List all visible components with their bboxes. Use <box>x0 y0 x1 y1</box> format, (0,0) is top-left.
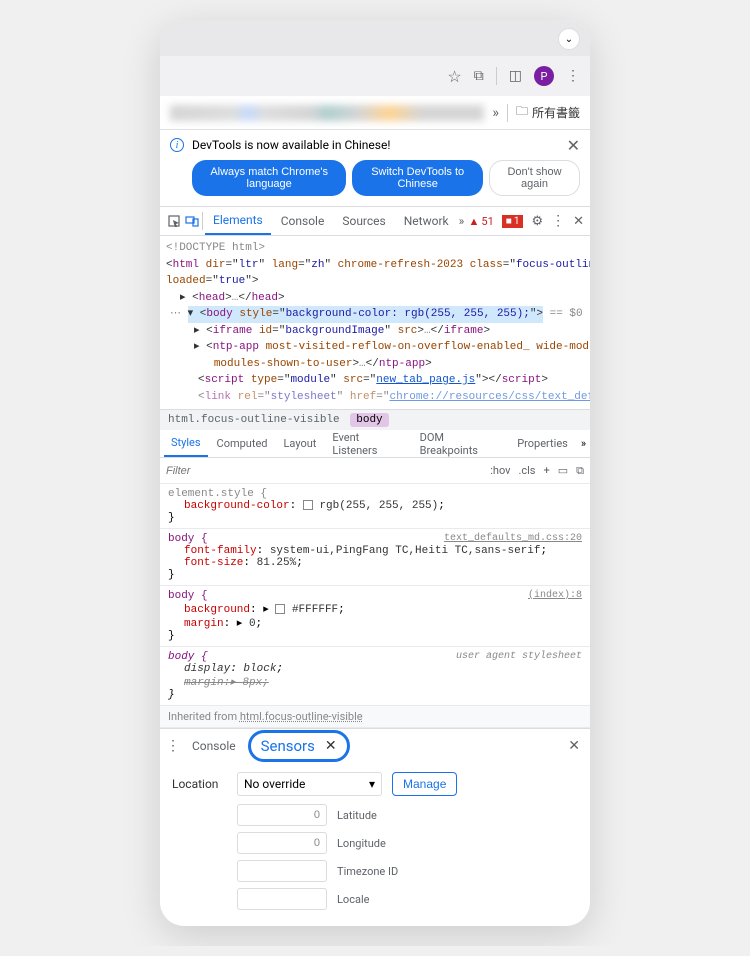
close-icon[interactable]: ✕ <box>573 214 584 229</box>
tab-console[interactable]: Console <box>273 207 333 235</box>
css-source-link[interactable]: text_defaults_md.css:20 <box>444 533 582 544</box>
more-tabs-icon[interactable]: » <box>459 214 465 228</box>
dom-body-tag[interactable]: ⋯ ▾ <body style="background-color: rgb(2… <box>170 306 584 323</box>
sensors-panel: Location No override ▾ Manage Latitude L… <box>160 762 590 926</box>
star-icon[interactable]: ☆ <box>447 67 461 86</box>
drawer-tab-sensors[interactable]: Sensors ✕ <box>248 730 350 762</box>
tab-event-listeners[interactable]: Event Listeners <box>325 430 410 457</box>
css-rule-element-style[interactable]: element.style { background-color: rgb(25… <box>160 484 590 529</box>
window-chrome-top: ⌄ <box>160 20 590 56</box>
bookmark-items-blurred <box>170 105 484 121</box>
tab-computed[interactable]: Computed <box>210 430 275 457</box>
css-rule-body-ua[interactable]: user agent stylesheet body { display: bl… <box>160 647 590 706</box>
errors-badge[interactable]: ■1 <box>502 215 524 228</box>
dom-script-tag[interactable]: <script type="module" src="new_tab_page.… <box>198 372 584 389</box>
kebab-menu-icon[interactable]: ⋮ <box>566 68 580 84</box>
device-toggle-icon[interactable] <box>184 213 200 229</box>
latitude-input[interactable] <box>237 804 327 826</box>
css-rule-body-2[interactable]: (index):8 body { background: ▸ #FFFFFF; … <box>160 586 590 647</box>
breadcrumb[interactable]: html.focus-outline-visible body <box>160 409 590 430</box>
folder-icon: 🗀 <box>516 102 528 123</box>
chevron-down-icon: ⌄ <box>565 34 573 45</box>
tab-dom-breakpoints[interactable]: DOM Breakpoints <box>413 430 509 457</box>
gear-icon[interactable]: ⚙ <box>531 214 543 229</box>
location-select[interactable]: No override ▾ <box>237 772 382 796</box>
manage-button[interactable]: Manage <box>392 772 457 796</box>
dom-ntp-tag[interactable]: ▸ <ntp-app most-visited-reflow-on-overfl… <box>194 339 584 372</box>
info-icon: i <box>170 138 184 152</box>
side-panel-icon[interactable]: ◫ <box>509 68 522 84</box>
divider <box>496 67 497 85</box>
dom-head-tag[interactable]: ▸ <head>…</head> <box>180 290 584 307</box>
tab-properties[interactable]: Properties <box>510 430 575 457</box>
divider <box>202 212 203 230</box>
locale-label: Locale <box>337 893 369 906</box>
timezone-label: Timezone ID <box>337 865 398 878</box>
location-label: Location <box>172 777 227 791</box>
browser-toolbar: ☆ ⧉ ◫ P ⋮ <box>160 56 590 96</box>
dom-tree[interactable]: <!DOCTYPE html> <html dir="ltr" lang="zh… <box>160 236 590 409</box>
dont-show-button[interactable]: Don't show again <box>489 160 580 196</box>
dom-html-tag[interactable]: <html dir="ltr" lang="zh" chrome-refresh… <box>166 257 584 290</box>
locale-input[interactable] <box>237 888 327 910</box>
sensors-label: Sensors <box>261 737 315 755</box>
drawer-tabs: ⋮ Console Sensors ✕ ✕ <box>160 728 590 762</box>
kebab-menu-icon[interactable]: ⋮ <box>551 213 565 229</box>
styles-tabs: Styles Computed Layout Event Listeners D… <box>160 430 590 458</box>
dom-doctype[interactable]: <!DOCTYPE html> <box>166 240 584 257</box>
drawer-menu-icon[interactable]: ⋮ <box>166 738 180 754</box>
latitude-label: Latitude <box>337 809 377 822</box>
bookmarks-bar: » 🗀 所有書籤 <box>160 96 590 130</box>
breadcrumb-body[interactable]: body <box>350 413 388 427</box>
location-select-value: No override <box>244 777 305 791</box>
device-mode-icon[interactable]: ⧉ <box>576 464 584 478</box>
extensions-icon[interactable]: ⧉ <box>474 68 484 84</box>
warnings-badge[interactable]: ▲51 <box>469 215 494 228</box>
drawer-tab-console[interactable]: Console <box>186 739 242 753</box>
language-banner: i DevTools is now available in Chinese! … <box>160 130 590 160</box>
collapse-button[interactable]: ⌄ <box>558 28 580 50</box>
longitude-label: Longitude <box>337 837 386 850</box>
inspect-icon[interactable] <box>166 213 182 229</box>
overflow-chevrons-icon[interactable]: » <box>492 105 499 121</box>
longitude-input[interactable] <box>237 832 327 854</box>
switch-language-button[interactable]: Switch DevTools to Chinese <box>352 160 483 196</box>
inherited-selector-link[interactable]: html.focus-outline-visible <box>240 710 363 723</box>
tab-network[interactable]: Network <box>396 207 457 235</box>
cls-toggle[interactable]: .cls <box>518 464 535 477</box>
close-icon[interactable]: ✕ <box>325 738 337 754</box>
close-icon[interactable]: ✕ <box>568 738 580 754</box>
inherited-from-bar: Inherited from html.focus-outline-visibl… <box>160 706 590 728</box>
tab-layout[interactable]: Layout <box>277 430 324 457</box>
timezone-input[interactable] <box>237 860 327 882</box>
tab-styles[interactable]: Styles <box>164 430 208 457</box>
always-match-button[interactable]: Always match Chrome's language <box>192 160 346 196</box>
divider <box>507 104 508 122</box>
devtools-tabs: Elements Console Sources Network » ▲51 ■… <box>160 206 590 236</box>
browser-window: ⌄ ☆ ⧉ ◫ P ⋮ » 🗀 所有書籤 i DevTools is now a… <box>160 20 590 926</box>
hov-toggle[interactable]: :hov <box>490 464 510 477</box>
computed-sidebar-icon[interactable]: ▭ <box>558 464 568 477</box>
css-source-ua: user agent stylesheet <box>456 651 582 662</box>
all-bookmarks-button[interactable]: 🗀 所有書籤 <box>516 102 580 123</box>
avatar[interactable]: P <box>534 66 554 86</box>
styles-filter-row: :hov .cls + ▭ ⧉ <box>160 458 590 484</box>
tab-elements[interactable]: Elements <box>205 207 271 235</box>
banner-message: DevTools is now available in Chinese! <box>192 138 390 152</box>
css-source-link[interactable]: (index):8 <box>528 590 582 601</box>
more-tabs-icon[interactable]: » <box>581 437 586 450</box>
new-rule-icon[interactable]: + <box>543 464 549 477</box>
dom-iframe-tag[interactable]: ▸ <iframe id="backgroundImage" src>…</if… <box>194 323 584 340</box>
filter-input[interactable] <box>166 465 484 477</box>
dom-link-tag[interactable]: <link rel="stylesheet" href="chrome://re… <box>198 389 584 406</box>
close-icon[interactable]: ✕ <box>567 136 580 155</box>
css-rule-body-1[interactable]: text_defaults_md.css:20 body { font-fami… <box>160 529 590 586</box>
banner-buttons: Always match Chrome's language Switch De… <box>160 160 590 206</box>
tab-sources[interactable]: Sources <box>334 207 393 235</box>
all-bookmarks-label: 所有書籤 <box>532 104 580 121</box>
chevron-down-icon: ▾ <box>369 777 375 791</box>
breadcrumb-html[interactable]: html.focus-outline-visible <box>168 414 340 426</box>
